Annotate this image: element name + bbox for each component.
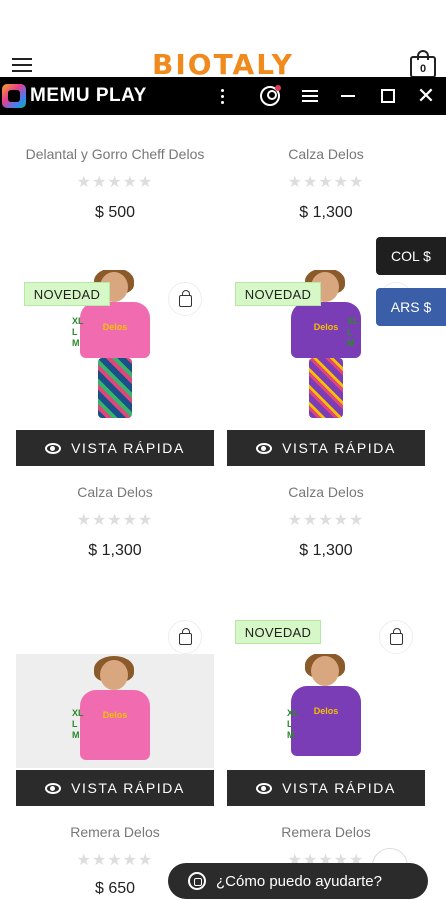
product-price: $ 1,300 [299, 204, 353, 221]
add-to-cart-button[interactable] [168, 620, 202, 654]
currency-col-button[interactable]: COL $ [376, 237, 446, 275]
product-price: $ 1,300 [88, 542, 142, 559]
novelty-badge: NOVEDAD [24, 282, 110, 306]
product-price: $ 500 [94, 204, 136, 221]
emulator-title-bar: MEMU PLAY ✕ [0, 77, 446, 115]
size-labels: XL L M [287, 708, 299, 740]
product-card[interactable]: Delos XL L M VISTA RÁPIDA Remera Delos ★★★… [16, 618, 214, 900]
rating-stars: ★★★★★ [287, 512, 365, 529]
product-name[interactable]: Remera Delos [227, 824, 425, 840]
product-name[interactable]: Calza Delos [227, 484, 425, 500]
close-icon[interactable]: ✕ [408, 77, 444, 115]
product-name[interactable]: Remera Delos [16, 824, 214, 840]
size-labels: XL L M [72, 708, 84, 740]
rating-stars: ★★★★★ [76, 512, 154, 529]
bag-icon [389, 628, 403, 645]
bag-icon [178, 628, 192, 645]
product-name[interactable]: Delantal y Gorro Cheff Delos [16, 146, 214, 162]
size-labels: XL L M [347, 316, 359, 348]
novelty-badge: NOVEDAD [235, 282, 321, 306]
product-name[interactable]: Calza Delos [227, 146, 425, 162]
maximize-icon[interactable] [370, 77, 406, 115]
whatsapp-icon [188, 872, 206, 890]
add-to-cart-button[interactable] [379, 620, 413, 654]
product-name[interactable]: Calza Delos [16, 484, 214, 500]
eye-icon [45, 782, 62, 794]
minimize-icon[interactable] [330, 77, 366, 115]
product-card[interactable]: Calza Delos ★★★★★ $ 1,300 [227, 140, 425, 230]
product-card[interactable]: Delantal y Gorro Cheff Delos ★★★★★ $ 500 [16, 140, 214, 230]
quick-view-button[interactable]: VISTA RÁPIDA [16, 770, 214, 806]
eye-icon [256, 442, 273, 454]
kebab-menu-icon[interactable] [204, 77, 240, 115]
bag-icon [178, 290, 192, 307]
cart-count: 0 [419, 63, 427, 75]
account-icon[interactable] [252, 77, 288, 115]
quick-view-button[interactable]: VISTA RÁPIDA [227, 770, 425, 806]
emulator-title: MEMU PLAY [30, 85, 147, 106]
quick-view-button[interactable]: VISTA RÁPIDA [227, 430, 425, 466]
product-card[interactable]: Delos XL L M NOVEDAD VISTA RÁPIDA Calza De… [16, 270, 214, 570]
product-price: $ 1,300 [299, 542, 353, 559]
memu-logo-icon [2, 84, 26, 108]
rating-stars: ★★★★★ [287, 174, 365, 191]
novelty-badge: NOVEDAD [235, 620, 321, 644]
size-labels: XL L M [72, 316, 84, 348]
store-header: BIOTALY 0 [0, 40, 446, 81]
rating-stars: ★★★★★ [76, 174, 154, 191]
product-image[interactable]: Delos XL L M [227, 654, 425, 768]
add-to-cart-button[interactable] [168, 282, 202, 316]
eye-icon [256, 782, 273, 794]
whatsapp-chat-button[interactable]: ¿Cómo puedo ayudarte? [168, 863, 428, 899]
product-image[interactable]: Delos XL L M [16, 654, 214, 768]
eye-icon [45, 442, 62, 454]
quick-view-button[interactable]: VISTA RÁPIDA [16, 430, 214, 466]
shopping-bag-icon[interactable]: 0 [410, 50, 436, 78]
currency-ars-button[interactable]: ARS $ [376, 288, 446, 326]
menu-lines-icon[interactable] [292, 77, 328, 115]
